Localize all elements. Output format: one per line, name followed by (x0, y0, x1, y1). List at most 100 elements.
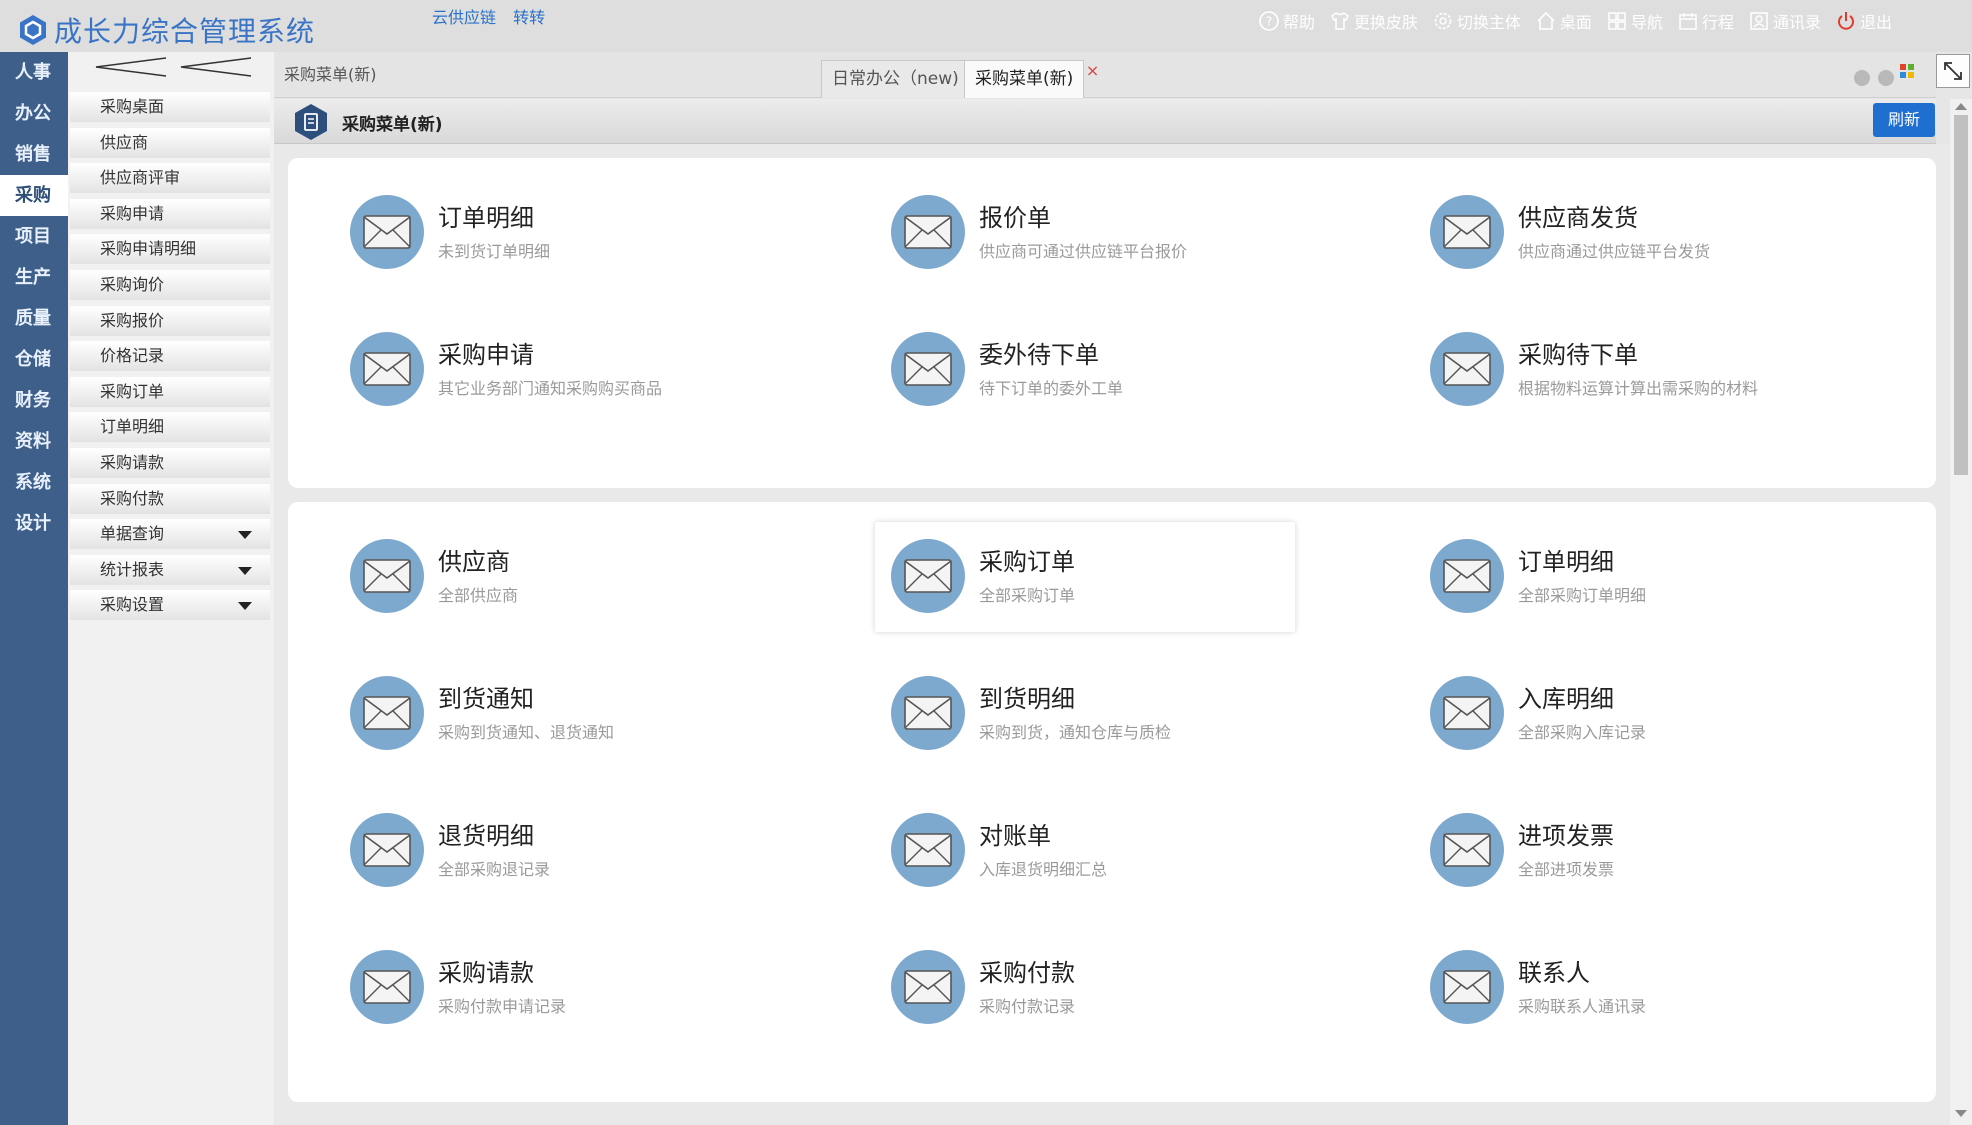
logout-button[interactable]: 退出 (1835, 9, 1892, 33)
card-title: 对账单 (979, 822, 1051, 850)
menu-card[interactable]: 对账单入库退货明细汇总 (875, 796, 1295, 906)
submenu-item-label: 采购报价 (100, 310, 165, 330)
help-button[interactable]: ? 帮助 (1258, 9, 1315, 33)
menu-card[interactable]: 联系人 采购联系人通讯录 (1414, 933, 1834, 1043)
top-link-zhuanzhuan[interactable]: 转转 (513, 8, 545, 27)
submenu-item-4[interactable]: 采购申请明细 (70, 234, 270, 265)
menu-card[interactable]: 到货明细 采购到货，通知仓库与质检 (875, 659, 1295, 769)
card-icon-circle (350, 195, 424, 269)
refresh-button[interactable]: 刷新 (1873, 103, 1935, 137)
top-menu: ? 帮助 更换皮肤 切换主体 桌面 导航 行程 通讯录 退出 (1244, 9, 1892, 33)
tab-scroll-right-button[interactable] (1878, 70, 1894, 86)
tab-purchase-menu[interactable]: 采购菜单(新) × (964, 60, 1099, 98)
collapse-menu-button[interactable] (68, 52, 274, 82)
menu-card[interactable]: 供应商发货 供应商通过供应链平台发货 (1414, 178, 1834, 288)
submenu-item-7[interactable]: 价格记录 (70, 341, 270, 372)
change-skin-button[interactable]: 更换皮肤 (1329, 9, 1418, 33)
card-icon-circle (891, 676, 965, 750)
menu-card[interactable]: 进项发票 全部进项发票 (1414, 796, 1834, 906)
submenu-item-5[interactable]: 采购询价 (70, 269, 270, 300)
submenu-item-label: 采购桌面 (100, 97, 165, 116)
shirt-icon (1330, 12, 1349, 30)
tab-daily-office[interactable]: 日常办公（new) (821, 60, 970, 98)
nav-item-9[interactable]: 资料 (0, 421, 68, 462)
navigation-button[interactable]: 导航 (1606, 9, 1663, 33)
hexagon-logo-icon (20, 15, 46, 45)
card-description: 全部供应商 (438, 586, 519, 605)
nav-item-2[interactable]: 销售 (0, 134, 68, 175)
nav-item-10[interactable]: 系统 (0, 462, 68, 503)
tab-scroll-left-button[interactable] (1854, 70, 1870, 86)
top-link-cloud-supply[interactable]: 云供应链 (432, 8, 496, 27)
top-bar: 成长力综合管理系统 云供应链 转转 ? 帮助 更换皮肤 切换主体 桌面 导航 行… (0, 0, 1972, 52)
double-chevron-left-icon (95, 57, 252, 77)
submenu-item-14[interactable]: 采购设置 (70, 590, 270, 621)
desktop-button[interactable]: 桌面 (1535, 9, 1592, 33)
scrollbar-thumb[interactable] (1954, 115, 1968, 475)
submenu-item-11[interactable]: 采购付款 (70, 483, 270, 514)
envelope-icon (363, 559, 411, 593)
nav-item-8[interactable]: 财务 (0, 380, 68, 421)
nav-item-4[interactable]: 项目 (0, 216, 68, 257)
submenu-item-12[interactable]: 单据查询 (70, 519, 270, 550)
nav-item-0[interactable]: 人事 (0, 52, 68, 93)
windows-icon[interactable] (1900, 64, 1914, 78)
menu-card[interactable]: 入库明细 全部采购入库记录 (1414, 659, 1834, 769)
envelope-icon (904, 215, 952, 249)
menu-card[interactable]: 采购付款采购付款记录 (875, 933, 1295, 1043)
menu-card[interactable]: 订单明细 未到货订单明细 (334, 178, 754, 288)
scroll-up-icon[interactable] (1955, 103, 1967, 110)
nav-item-11[interactable]: 设计 (0, 503, 68, 544)
close-tab-icon[interactable]: × (1086, 53, 1099, 89)
submenu-item-8[interactable]: 采购订单 (70, 376, 270, 407)
menu-card[interactable]: 采购请款 采购付款申请记录 (334, 933, 754, 1043)
card-description: 根据物料运算计算出需采购的材料 (1518, 379, 1759, 398)
card-title: 订单明细 (438, 204, 534, 232)
expand-icon (1944, 62, 1962, 80)
scroll-down-icon[interactable] (1955, 1110, 1967, 1117)
submenu-item-6[interactable]: 采购报价 (70, 305, 270, 336)
menu-card[interactable]: 到货通知 采购到货通知、退货通知 (334, 659, 754, 769)
card-description: 入库退货明细汇总 (979, 860, 1108, 879)
card-title: 采购付款 (979, 959, 1075, 987)
submenu-item-13[interactable]: 统计报表 (70, 554, 270, 585)
submenu-item-3[interactable]: 采购申请 (70, 198, 270, 229)
card-title: 采购待下单 (1518, 341, 1638, 369)
card-icon-circle (891, 539, 965, 613)
envelope-icon (363, 833, 411, 867)
contact-icon (1750, 12, 1768, 30)
envelope-icon (904, 970, 952, 1004)
menu-card[interactable]: 委外待下单 待下订单的委外工单 (875, 315, 1295, 425)
card-description: 采购付款记录 (979, 997, 1076, 1016)
menu-card[interactable]: 采购订单 全部采购订单 (875, 522, 1295, 632)
menu-card[interactable]: 退货明细 全部采购退记录 (334, 796, 754, 906)
nav-item-5[interactable]: 生产 (0, 257, 68, 298)
menu-card[interactable]: 采购待下单根据物料运算计算出需采购的材料 (1414, 315, 1834, 425)
fullscreen-button[interactable] (1936, 54, 1970, 88)
nav-item-1[interactable]: 办公 (0, 93, 68, 134)
submenu-item-0[interactable]: 采购桌面 (70, 92, 270, 122)
nav-item-6[interactable]: 质量 (0, 298, 68, 339)
submenu-item-1[interactable]: 供应商 (70, 127, 270, 158)
submenu-item-2[interactable]: 供应商评审 (70, 163, 270, 194)
menu-card[interactable]: 报价单 供应商可通过供应链平台报价 (875, 178, 1295, 288)
module-nav: 人事 办公 销售 采购 项目 生产 质量 仓储 财务 资料 系统 设计 (0, 52, 68, 1125)
submenu-item-label: 供应商评审 (100, 168, 181, 188)
contacts-button[interactable]: 通讯录 (1748, 9, 1821, 33)
submenu-item-10[interactable]: 采购请款 (70, 447, 270, 478)
nav-item-3[interactable]: 采购 (0, 175, 68, 216)
menu-card[interactable]: 订单明细 全部采购订单明细 (1414, 522, 1834, 632)
menu-card[interactable]: 供应商 全部供应商 (334, 522, 754, 632)
sub-menu: 采购桌面供应商供应商评审采购申请采购申请明细 采购询价采购报价价格记录采购订单订单… (68, 52, 274, 1125)
envelope-icon (904, 559, 952, 593)
switch-entity-button[interactable]: 切换主体 (1432, 9, 1521, 33)
schedule-button[interactable]: 行程 (1677, 9, 1734, 33)
vertical-scrollbar[interactable] (1950, 99, 1972, 1125)
page-title: 采购菜单(新) (342, 115, 443, 135)
submenu-item-label: 单据查询 (100, 524, 165, 544)
app-title: 成长力综合管理系统 (54, 15, 316, 48)
nav-item-7[interactable]: 仓储 (0, 339, 68, 380)
submenu-item-label: 供应商 (100, 132, 149, 152)
menu-card[interactable]: 采购申请 其它业务部门通知采购购买商品 (334, 315, 754, 425)
submenu-item-9[interactable]: 订单明细 (70, 412, 270, 443)
